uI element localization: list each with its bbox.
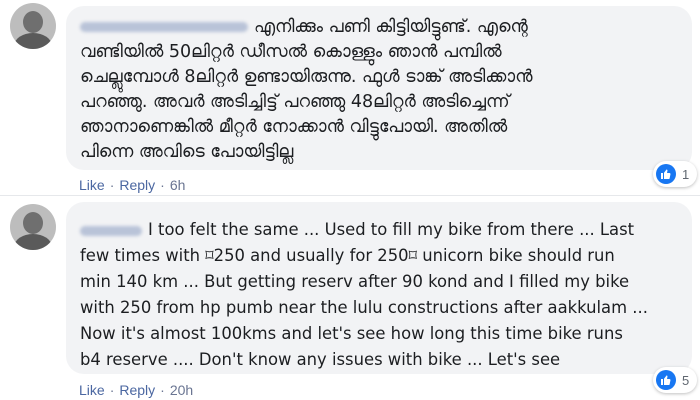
comment-text: എനിക്കും പണി കിട്ടിയിട്ടുണ്ട്. എന്റെ വണ്… [80,17,533,162]
reply-link[interactable]: Reply [119,177,155,193]
separator-dot: · [109,382,115,398]
comment-text: I too felt the same ... Used to fill my … [80,220,648,369]
author-name-blurred[interactable] [80,225,142,236]
separator-dot: · [160,382,165,398]
reply-link[interactable]: Reply [119,382,155,398]
like-link[interactable]: Like [79,177,105,193]
reaction-count: 1 [682,166,690,182]
comment-actions: Like · Reply · 20h [79,382,193,398]
comment-2: I too felt the same ... Used to fill my … [0,196,700,400]
reaction-count: 5 [682,372,690,388]
thumbs-up-icon [656,370,676,390]
comment-1: എനിക്കും പണി കിട്ടിയിട്ടുണ്ട്. എന്റെ വണ്… [0,0,700,195]
thumbs-up-icon [656,164,676,184]
comment-timestamp[interactable]: 20h [170,382,193,398]
avatar[interactable] [10,3,56,49]
like-link[interactable]: Like [79,382,105,398]
separator-dot: · [160,177,165,193]
reaction-badge[interactable]: 5 [653,367,698,393]
avatar[interactable] [10,204,56,250]
comment-timestamp[interactable]: 6h [170,177,186,193]
author-name-blurred[interactable] [80,22,248,32]
comment-actions: Like · Reply · 6h [79,177,185,193]
reaction-badge[interactable]: 1 [653,161,698,187]
comment-bubble: എനിക്കും പണി കിട്ടിയിട്ടുണ്ട്. എന്റെ വണ്… [66,6,692,170]
separator-dot: · [109,177,115,193]
comment-bubble: I too felt the same ... Used to fill my … [66,202,692,374]
